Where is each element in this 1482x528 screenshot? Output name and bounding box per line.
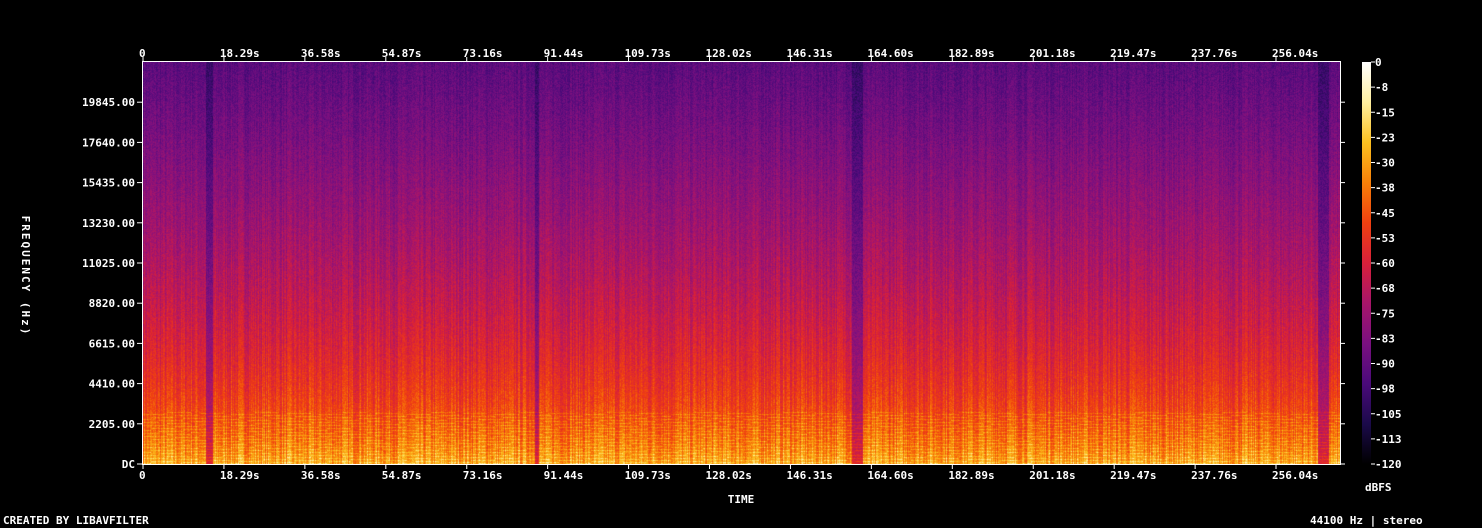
x-tick-label-top: 164.60s: [867, 47, 913, 60]
x-tick-label-top: 237.76s: [1191, 47, 1237, 60]
x-tick-label-bottom: 54.87s: [382, 469, 422, 482]
spectrogram-chart: 0 0 18.29s 18.29s 36.58s 36.58s 54.87s 54.87s 73…: [19, 47, 1402, 506]
colorbar-tick-label: -45: [1375, 207, 1395, 220]
colorbar-tick-label: -15: [1375, 106, 1395, 119]
colorbar-tick-label: -30: [1375, 157, 1395, 170]
colorbar-tick-label: -60: [1375, 257, 1395, 270]
x-tick-label-top: 182.89s: [948, 47, 994, 60]
x-tick-label-top: 109.73s: [625, 47, 671, 60]
y-tick-label: 2205.00: [89, 418, 135, 431]
colorbar-tick-label: -113: [1375, 433, 1402, 446]
y-tick-label: 13230.00: [82, 217, 135, 230]
x-tick-label-top: 146.31s: [786, 47, 832, 60]
y-tick-label: 19845.00: [82, 96, 135, 109]
colorbar-tick-label: -98: [1375, 383, 1395, 396]
spectrogram-image: [143, 62, 1340, 464]
x-tick-label-bottom: 91.44s: [544, 469, 584, 482]
x-tick-label-top: 73.16s: [463, 47, 503, 60]
x-tick-label-top: 128.02s: [706, 47, 752, 60]
colorbar-tick-label: -120: [1375, 458, 1402, 471]
x-tick-label-bottom: 237.76s: [1191, 469, 1237, 482]
x-tick-label-top: 219.47s: [1110, 47, 1156, 60]
y-tick-label: 8820.00: [89, 297, 135, 310]
x-tick-label-top: 0: [139, 47, 146, 60]
x-tick-label-top: 91.44s: [544, 47, 584, 60]
x-tick-label-top: 54.87s: [382, 47, 422, 60]
format-text: 44100 Hz | stereo: [1310, 514, 1423, 527]
colorbar-tick-label: -105: [1375, 408, 1402, 421]
colorbar-tick-label: -8: [1375, 81, 1388, 94]
x-tick-label-bottom: 182.89s: [948, 469, 994, 482]
colorbar-tick-label: -68: [1375, 282, 1395, 295]
x-tick-label-top: 256.04s: [1272, 47, 1318, 60]
x-tick-label-bottom: 128.02s: [706, 469, 752, 482]
credit-text: CREATED BY LIBAVFILTER: [3, 514, 149, 527]
x-axis-label: TIME: [728, 493, 755, 506]
x-tick-label-top: 18.29s: [220, 47, 260, 60]
y-tick-label: 17640.00: [82, 136, 135, 149]
colorbar-tick-label: 0: [1375, 56, 1382, 69]
colorbar: 0 -8 -15 -23 -30 -38 -45 -53 -60 -68 -75 -83 -90 -98 -…: [1362, 56, 1402, 471]
x-tick-label-bottom: 256.04s: [1272, 469, 1318, 482]
colorbar-tick-label: -83: [1375, 332, 1395, 345]
spectrogram-plot: [142, 61, 1341, 465]
x-tick-label-bottom: 0: [139, 469, 146, 482]
y-tick-label: 4410.00: [89, 378, 135, 391]
y-tick-label: 11025.00: [82, 257, 135, 270]
colorbar-tick-label: -23: [1375, 131, 1395, 144]
colorbar-gradient: [1362, 62, 1371, 464]
x-tick-label-top: 36.58s: [301, 47, 341, 60]
x-tick-label-top: 201.18s: [1029, 47, 1075, 60]
x-tick-label-bottom: 219.47s: [1110, 469, 1156, 482]
colorbar-tick-label: -38: [1375, 182, 1395, 195]
x-tick-label-bottom: 164.60s: [867, 469, 913, 482]
x-tick-label-bottom: 18.29s: [220, 469, 260, 482]
y-tick-label: 15435.00: [82, 177, 135, 190]
y-tick-label: 6615.00: [89, 337, 135, 350]
colorbar-tick-label: -75: [1375, 307, 1395, 320]
y-axis-label: FREQUENCY (Hz): [19, 216, 32, 337]
colorbar-tick-label: -53: [1375, 232, 1395, 245]
x-tick-label-bottom: 146.31s: [786, 469, 832, 482]
x-tick-label-bottom: 36.58s: [301, 469, 341, 482]
x-tick-label-bottom: 109.73s: [625, 469, 671, 482]
colorbar-tick-label: -90: [1375, 358, 1395, 371]
y-tick-label: DC: [122, 458, 135, 471]
x-tick-label-bottom: 73.16s: [463, 469, 503, 482]
x-tick-label-bottom: 201.18s: [1029, 469, 1075, 482]
colorbar-label: dBFS: [1365, 481, 1392, 494]
